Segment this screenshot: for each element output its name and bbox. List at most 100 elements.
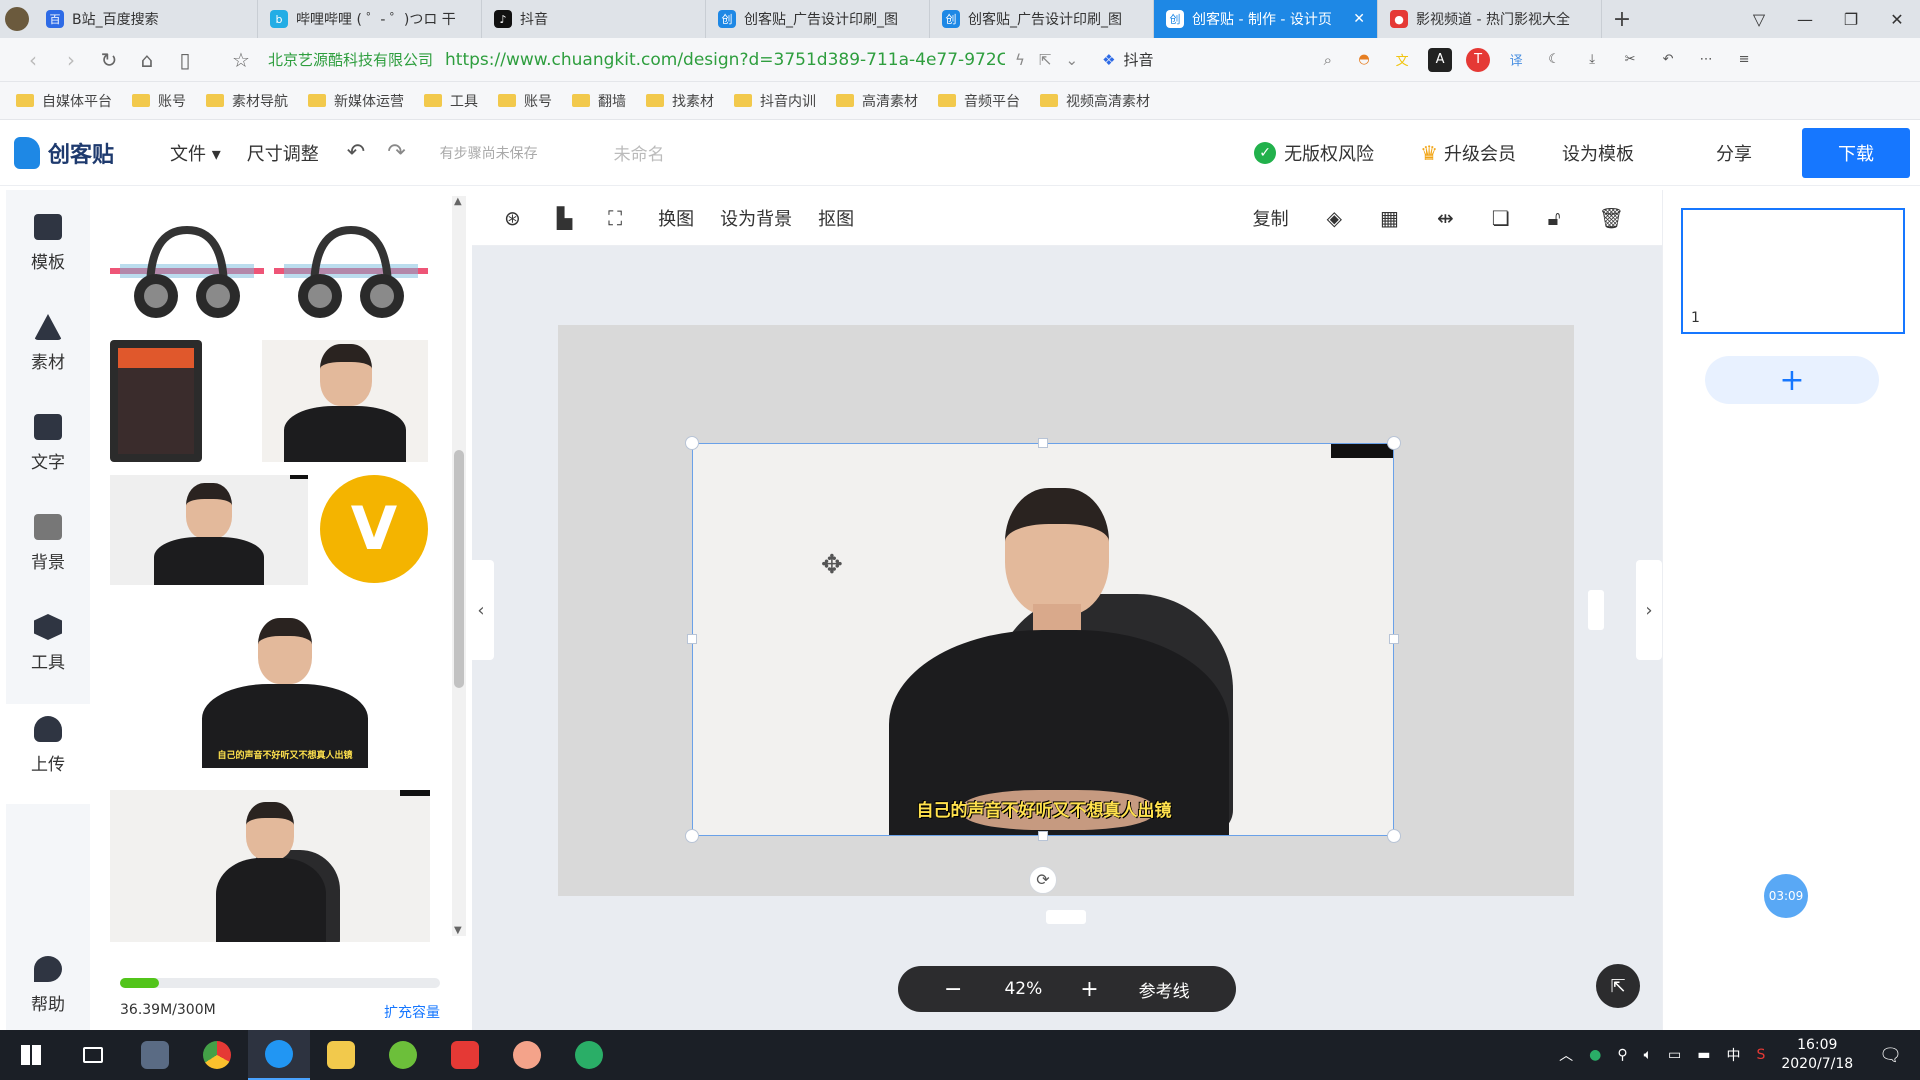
start-button[interactable] (0, 1030, 62, 1080)
wechat-tray-icon[interactable]: ● (1589, 1047, 1601, 1063)
bookmark-item[interactable]: 素材导航 (206, 91, 288, 111)
layer-icon[interactable]: ◈ (1327, 206, 1342, 230)
chevron-up-icon[interactable]: ︿ (1559, 1045, 1573, 1065)
collapse-left-arrow[interactable]: ‹ (468, 560, 494, 660)
undo-icon[interactable]: ↶ (1656, 48, 1680, 72)
scroll-down-icon[interactable]: ▼ (454, 925, 462, 936)
browser-tab[interactable]: 创创客贴_广告设计印刷_图 (930, 0, 1154, 38)
forward-icon[interactable]: › (52, 48, 90, 72)
hamburger-icon[interactable]: ≡ (1732, 48, 1756, 72)
bookmark-item[interactable]: 翻墙 (572, 91, 626, 111)
crop-icon[interactable]: ⛶ (608, 206, 622, 230)
transparency-icon[interactable]: ▦ (1380, 206, 1399, 230)
rail-item-text[interactable]: 文字 (6, 414, 90, 473)
scrollbar-thumb[interactable] (454, 450, 464, 688)
rail-item-material[interactable]: 素材 (6, 314, 90, 373)
browser-tab[interactable]: 创创客贴_广告设计印刷_图 (706, 0, 930, 38)
selected-image[interactable]: 自己的声音不好听又不想真人出镜 ✥ (692, 443, 1394, 836)
guides-toggle[interactable]: 参考线 (1139, 977, 1190, 1002)
browser-avatar-icon[interactable] (0, 0, 34, 38)
taskbar-app-chrome[interactable] (186, 1030, 248, 1080)
taskbar-app-green[interactable] (372, 1030, 434, 1080)
close-tab-icon[interactable]: ✕ (1353, 11, 1365, 27)
resize-handle-top[interactable] (1038, 438, 1048, 448)
browser-tab[interactable]: b 哔哩哔哩 ( ゜- ゜)つロ 干 (258, 0, 482, 38)
notification-icon[interactable]: 🗨︎ (1879, 1045, 1902, 1066)
night-mode-icon[interactable]: ☾ (1542, 48, 1566, 72)
person-thumb[interactable] (110, 790, 430, 942)
search-icon[interactable]: ⌕ (1324, 51, 1332, 69)
copyright-status[interactable]: ✓ 无版权风险 (1254, 140, 1374, 166)
font-icon[interactable]: A (1428, 47, 1453, 72)
cut-icon[interactable]: ✂ (1618, 48, 1642, 72)
usb-icon[interactable]: ⚲ (1617, 1047, 1627, 1063)
rail-item-background[interactable]: 背景 (6, 514, 90, 573)
bookmark-item[interactable]: 账号 (498, 91, 552, 111)
volume-icon[interactable]: 🔈︎ (1644, 1047, 1652, 1063)
set-background-button[interactable]: 设为背景 (720, 205, 792, 231)
resize-handle-right[interactable] (1389, 634, 1399, 644)
search-box[interactable]: ❖ 抖音 ⌕ (1102, 49, 1332, 70)
taskbar-app-browser[interactable] (248, 1030, 310, 1080)
close-window-icon[interactable]: ✕ (1874, 10, 1920, 29)
bookmark-item[interactable]: 工具 (424, 91, 478, 111)
rotate-icon[interactable]: ⟳ (1029, 866, 1057, 894)
rail-item-template[interactable]: 模板 (6, 214, 90, 273)
bookmark-item[interactable]: 音频平台 (938, 91, 1020, 111)
share-page-icon[interactable]: ⇱ (1039, 51, 1052, 69)
ime-indicator[interactable]: 中 (1726, 1045, 1740, 1065)
taskbar-app-xmind[interactable] (434, 1030, 496, 1080)
lock-icon[interactable]: 🔓︎ (1548, 206, 1561, 230)
bookmark-item[interactable]: 视频高清素材 (1040, 91, 1150, 111)
headphone-thumb[interactable] (110, 220, 264, 326)
bookmark-item[interactable]: 账号 (132, 91, 186, 111)
zoom-in-icon[interactable]: + (1080, 977, 1098, 1002)
brand-logo[interactable]: 创客贴 (14, 136, 144, 169)
sogou-icon[interactable]: S (1756, 1047, 1765, 1063)
headphone-thumb[interactable] (274, 220, 428, 326)
person-thumb[interactable]: 自己的声音不好听又不想真人出镜 (192, 610, 378, 768)
restore-icon[interactable]: ❐ (1828, 10, 1874, 29)
resize-handle-bl[interactable] (685, 829, 699, 843)
resize-handle-br[interactable] (1387, 829, 1401, 843)
new-tab-icon[interactable]: + (1602, 7, 1642, 32)
bottom-edge-handle[interactable] (1046, 910, 1086, 924)
v-badge-thumb[interactable]: V (320, 475, 428, 585)
translator-icon[interactable]: 译 (1504, 48, 1528, 72)
more-icon[interactable]: ⋯ (1694, 48, 1718, 72)
upgrade-button[interactable]: ♛ 升级会员 (1420, 140, 1516, 166)
shadow-icon[interactable]: ❏ (1492, 206, 1510, 230)
delete-icon[interactable]: 🗑︎ (1599, 206, 1624, 230)
zoom-level[interactable]: 42% (1004, 979, 1042, 999)
filter-icon[interactable]: ⊛ (504, 206, 521, 230)
resize-handle-bottom[interactable] (1038, 831, 1048, 841)
browser-tab-active[interactable]: 创创客贴 - 制作 - 设计页 ✕ (1154, 0, 1378, 38)
cutout-button[interactable]: 抠图 (818, 205, 854, 231)
redo-icon[interactable]: ↷ (387, 140, 405, 165)
menu-icon[interactable]: ▽ (1736, 10, 1782, 29)
align-icon[interactable]: ▙ (557, 206, 572, 230)
lightning-icon[interactable]: ϟ (1015, 51, 1025, 69)
resize-handle-left[interactable] (687, 634, 697, 644)
bookmark-item[interactable]: 自媒体平台 (16, 91, 112, 111)
bookmark-item[interactable]: 找素材 (646, 91, 714, 111)
browser-tab[interactable]: 百 B站_百度搜索 (34, 0, 258, 38)
copy-button[interactable]: 复制 (1253, 205, 1289, 231)
browser-tab[interactable]: ♪ 抖音 (482, 0, 706, 38)
page-thumbnail[interactable]: 1 (1681, 208, 1905, 334)
battery-icon[interactable]: ▬ (1697, 1047, 1710, 1063)
browser-tab[interactable]: ● 影视频道 - 热门影视大全 (1378, 0, 1602, 38)
undo-icon[interactable]: ↶ (347, 140, 365, 165)
phone-thumb[interactable] (110, 340, 202, 462)
collapse-icon[interactable]: ⇱ (1596, 964, 1640, 1008)
rail-item-upload[interactable]: 上传 (6, 704, 90, 804)
refresh-icon[interactable]: ↻ (90, 48, 128, 72)
network-icon[interactable]: ▭ (1668, 1047, 1681, 1063)
bookmark-item[interactable]: 抖音内训 (734, 91, 816, 111)
resize-handle-tl[interactable] (685, 436, 699, 450)
clock[interactable]: 16:09 2020/7/18 (1781, 1036, 1853, 1074)
expand-storage-link[interactable]: 扩充容量 (384, 1002, 440, 1022)
back-icon[interactable]: ‹ (14, 48, 52, 72)
taskbar-app-explorer[interactable] (310, 1030, 372, 1080)
rail-item-tools[interactable]: 工具 (6, 614, 90, 673)
